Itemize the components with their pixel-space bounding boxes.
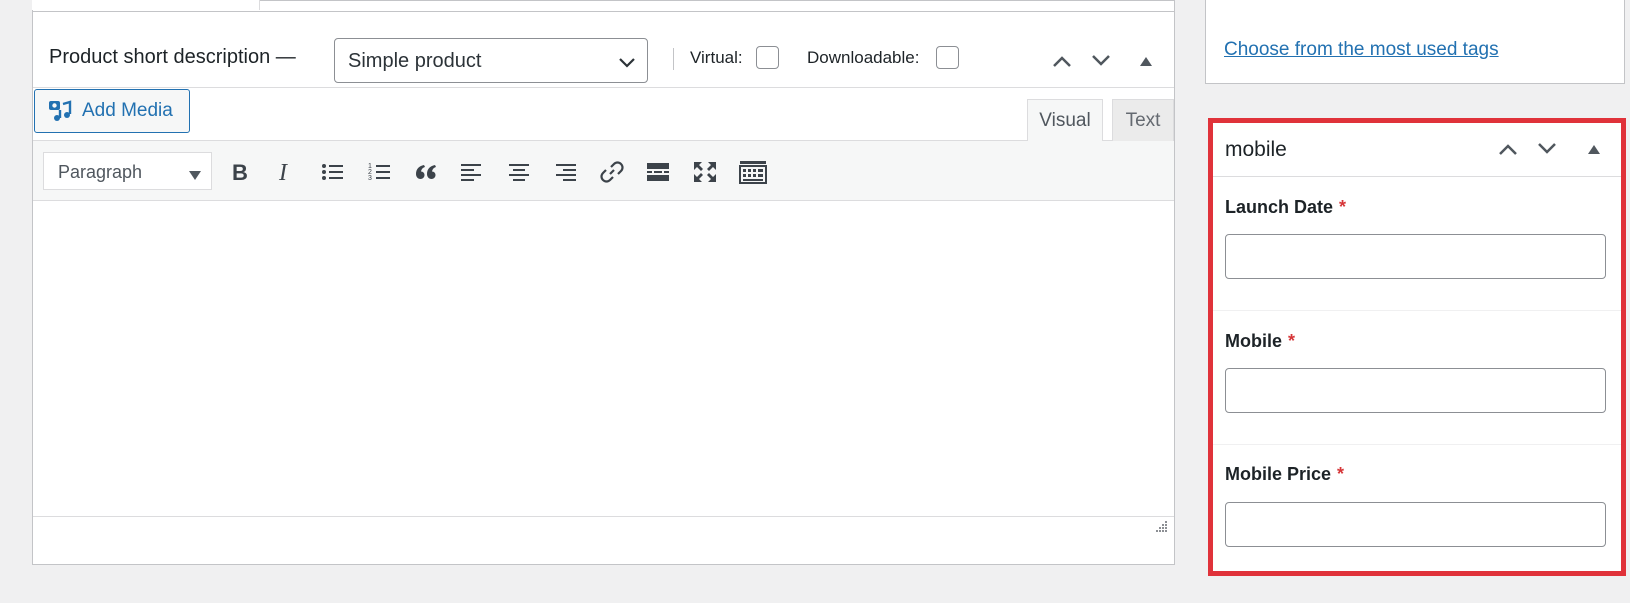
numbered-list-button[interactable]: 1 2 3 bbox=[362, 155, 396, 189]
mobile-label: Mobile * bbox=[1225, 331, 1296, 351]
align-left-icon bbox=[461, 164, 481, 181]
most-used-tags-link[interactable]: Choose from the most used tags bbox=[1224, 39, 1499, 61]
triangle-up-icon bbox=[1140, 57, 1152, 66]
launch-date-label: Launch Date * bbox=[1225, 197, 1347, 217]
link-button[interactable] bbox=[595, 155, 629, 189]
required-marker: * bbox=[1337, 464, 1345, 484]
postbox-title: Product short description — bbox=[49, 46, 296, 68]
add-media-button[interactable]: Add Media bbox=[34, 89, 190, 133]
resize-handle[interactable] bbox=[1154, 519, 1168, 538]
chevron-up-icon bbox=[1053, 56, 1071, 67]
required-marker: * bbox=[1339, 197, 1347, 217]
downloadable-label: Downloadable: bbox=[807, 48, 920, 67]
bulleted-list-button[interactable] bbox=[315, 155, 349, 189]
separator bbox=[673, 48, 674, 70]
launch-date-field: Launch Date * bbox=[1213, 177, 1621, 311]
toolbar-toggle-icon bbox=[739, 161, 767, 184]
move-up-button[interactable] bbox=[1495, 138, 1521, 160]
triangle-up-icon bbox=[1588, 145, 1600, 154]
move-down-button[interactable] bbox=[1534, 138, 1560, 160]
mobile-postbox-title: mobile bbox=[1225, 138, 1287, 161]
resize-grip-icon bbox=[1156, 521, 1167, 532]
toggle-panel-button[interactable] bbox=[1581, 138, 1607, 160]
product-type-select[interactable]: Simple product bbox=[334, 38, 648, 83]
mobile-price-label: Mobile Price * bbox=[1225, 464, 1345, 484]
add-media-icon bbox=[49, 100, 72, 121]
align-left-button[interactable] bbox=[455, 155, 489, 189]
svg-text:3: 3 bbox=[368, 175, 372, 182]
align-center-button[interactable] bbox=[502, 155, 536, 189]
chevron-down-icon bbox=[1092, 55, 1110, 66]
chevron-down-icon bbox=[619, 55, 635, 73]
launch-date-input[interactable] bbox=[1225, 234, 1606, 279]
caret-down-icon bbox=[189, 167, 201, 185]
fullscreen-icon bbox=[694, 162, 716, 182]
editor-toolbar: Paragraph B I 1 2 3 bbox=[33, 141, 1174, 201]
virtual-checkbox[interactable] bbox=[756, 46, 779, 69]
read-more-icon bbox=[647, 163, 669, 181]
editor-content-area[interactable] bbox=[33, 202, 1174, 516]
editor-tools-row: Add Media Visual Text bbox=[33, 89, 1174, 142]
tab-visual[interactable]: Visual bbox=[1027, 99, 1103, 142]
mobile-input[interactable] bbox=[1225, 368, 1606, 413]
align-center-icon bbox=[509, 164, 529, 181]
postbox-header: Product short description — Simple produ… bbox=[33, 11, 1174, 88]
tags-postbox: Choose from the most used tags bbox=[1205, 0, 1625, 84]
toolbar-toggle-button[interactable] bbox=[736, 155, 770, 189]
align-right-button[interactable] bbox=[548, 155, 582, 189]
fullscreen-button[interactable] bbox=[688, 155, 722, 189]
mobile-postbox-header: mobile bbox=[1213, 123, 1621, 177]
italic-button[interactable]: I bbox=[269, 155, 303, 189]
svg-text:B: B bbox=[232, 162, 248, 182]
format-select[interactable]: Paragraph bbox=[43, 152, 212, 190]
chevron-up-icon bbox=[1499, 144, 1517, 155]
bulleted-list-icon bbox=[322, 164, 343, 180]
blockquote-button[interactable] bbox=[409, 155, 443, 189]
toggle-panel-button[interactable] bbox=[1133, 50, 1159, 72]
required-marker: * bbox=[1288, 331, 1296, 351]
add-media-label: Add Media bbox=[82, 100, 173, 121]
editor-status-bar bbox=[33, 516, 1174, 544]
mobile-postbox: mobile Launch Date * Mobile * Mobile Price… bbox=[1208, 118, 1626, 576]
svg-text:I: I bbox=[278, 162, 288, 182]
tab-text[interactable]: Text bbox=[1112, 99, 1174, 141]
tab-stub bbox=[32, 0, 260, 10]
virtual-label: Virtual: bbox=[690, 48, 743, 67]
downloadable-checkbox[interactable] bbox=[936, 46, 959, 69]
mobile-field: Mobile * bbox=[1213, 311, 1621, 445]
product-type-value: Simple product bbox=[348, 50, 482, 72]
italic-icon: I bbox=[278, 162, 288, 182]
move-down-button[interactable] bbox=[1088, 50, 1114, 72]
move-up-button[interactable] bbox=[1049, 50, 1075, 72]
chevron-down-icon bbox=[1538, 143, 1556, 154]
align-right-icon bbox=[556, 164, 576, 181]
link-icon bbox=[600, 161, 624, 183]
product-short-description-postbox: Product short description — Simple produ… bbox=[32, 0, 1175, 565]
read-more-button[interactable] bbox=[641, 155, 675, 189]
bold-button[interactable]: B bbox=[223, 155, 257, 189]
mobile-price-input[interactable] bbox=[1225, 502, 1606, 547]
blockquote-icon bbox=[416, 165, 436, 179]
numbered-list-icon: 1 2 3 bbox=[368, 163, 390, 182]
bold-icon: B bbox=[232, 162, 248, 182]
format-select-value: Paragraph bbox=[58, 162, 143, 182]
mobile-price-field: Mobile Price * bbox=[1213, 445, 1621, 575]
